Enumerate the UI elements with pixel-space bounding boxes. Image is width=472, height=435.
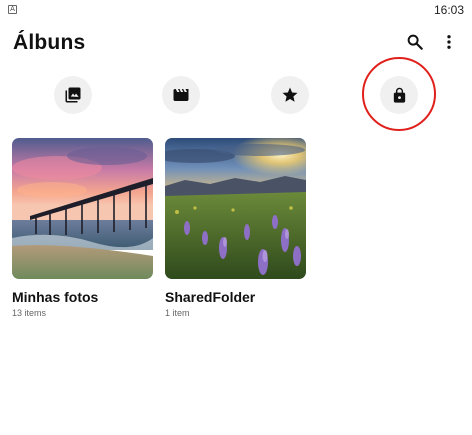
videos-filter-button[interactable] — [162, 76, 200, 114]
album-filter-row — [0, 76, 472, 114]
favorites-filter-button[interactable] — [271, 76, 309, 114]
status-bar: A 16:03 — [0, 0, 472, 22]
album-name: Minhas fotos — [12, 289, 99, 305]
search-button[interactable] — [401, 28, 429, 56]
photo-library-icon — [65, 87, 81, 103]
album-card-sharedfolder[interactable]: SharedFolder 1 item — [165, 138, 306, 318]
photos-filter-button[interactable] — [54, 76, 92, 114]
more-vert-icon — [447, 35, 451, 49]
album-card-minhas-fotos[interactable]: Minhas fotos 13 items — [12, 138, 153, 318]
status-app-icon: A — [8, 5, 17, 14]
album-thumbnail-flowers — [165, 138, 306, 279]
movie-icon — [173, 89, 189, 101]
album-thumbnail-pier — [12, 138, 153, 279]
more-options-button[interactable] — [435, 28, 463, 56]
album-name: SharedFolder — [165, 289, 256, 305]
status-time: 16:03 — [433, 3, 464, 17]
album-count: 1 item — [165, 308, 190, 318]
locked-folder-button[interactable] — [380, 76, 418, 114]
page-title: Álbuns — [13, 31, 86, 54]
star-icon — [282, 87, 298, 102]
album-count: 13 items — [12, 308, 47, 318]
search-icon — [407, 34, 423, 50]
lock-icon — [393, 87, 405, 103]
